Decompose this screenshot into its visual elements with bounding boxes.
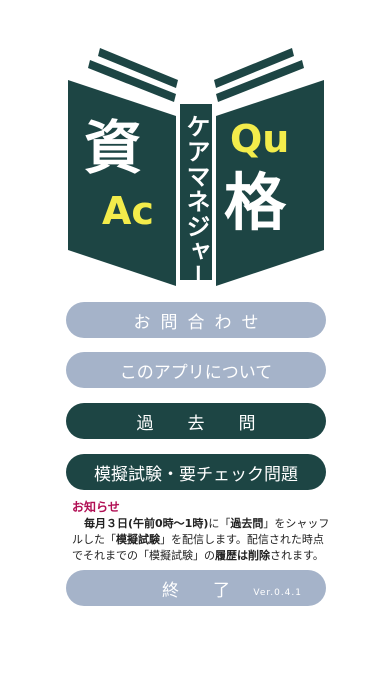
mock-exam-button-label: 模擬試験・要チェック問題 bbox=[94, 464, 298, 485]
mock-exam-button[interactable]: 模擬試験・要チェック問題 bbox=[66, 454, 326, 490]
logo-qu: Qu bbox=[230, 117, 289, 161]
version-label: Ver.0.4.1 bbox=[253, 588, 302, 598]
logo-ac: Ac bbox=[102, 189, 154, 233]
notice-title: お知らせ bbox=[72, 500, 120, 514]
logo-char-left: 資 bbox=[84, 114, 142, 182]
logo-vertical-title: ケアマネジャー bbox=[182, 114, 210, 289]
past-exam-button-label: 過去問 bbox=[136, 413, 290, 434]
contact-button[interactable]: お問合わせ bbox=[66, 302, 326, 338]
about-button[interactable]: このアプリについて bbox=[66, 352, 326, 388]
about-button-label: このアプリについて bbox=[119, 362, 273, 383]
book-cover-left bbox=[68, 80, 176, 286]
notice-date: 毎月３日(午前0時〜1時) bbox=[84, 517, 209, 530]
logo-char-right: 格 bbox=[224, 166, 287, 239]
past-exam-button[interactable]: 過去問 bbox=[66, 403, 326, 439]
app-logo: ケアマネジャー 資 Ac Qu 格 bbox=[68, 48, 324, 289]
end-button[interactable]: 終了 Ver.0.4.1 bbox=[66, 570, 326, 606]
end-button-label: 終了 bbox=[162, 580, 264, 601]
notice-body: 毎月３日(午前0時〜1時)に「過去問」をシャッフルした「模擬試験」を配信します。… bbox=[72, 517, 330, 562]
contact-button-label: お問合わせ bbox=[133, 312, 269, 333]
